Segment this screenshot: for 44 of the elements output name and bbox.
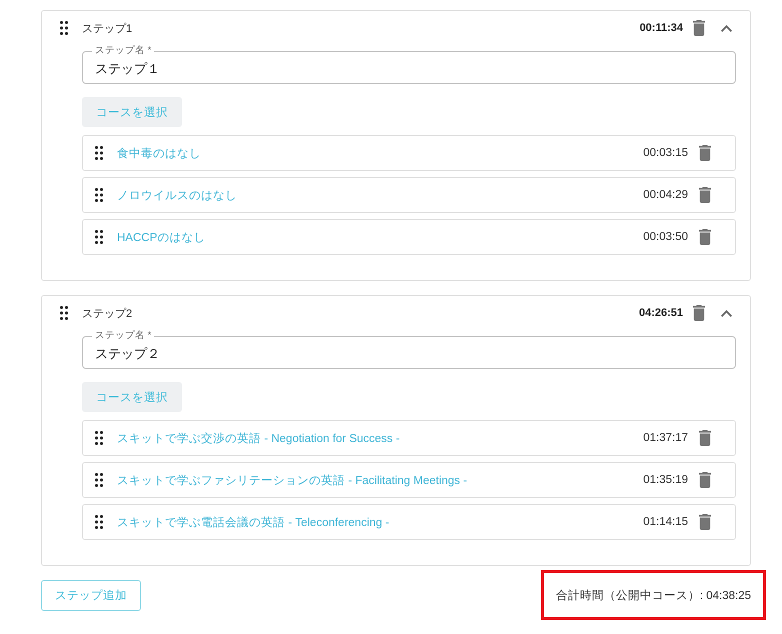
trash-icon[interactable] [699, 472, 711, 488]
drag-handle-icon[interactable] [95, 473, 103, 487]
course-duration: 01:37:17 [643, 432, 688, 444]
chevron-up-icon[interactable] [721, 310, 732, 316]
course-link[interactable]: ノロウイルスのはなし [117, 188, 237, 202]
course-link[interactable]: スキットで学ぶファシリテーションの英語 - Facilitating Meetings - [117, 472, 468, 488]
field-label: ステップ名 * [94, 45, 152, 57]
trash-icon[interactable] [699, 145, 711, 161]
drag-handle-icon[interactable] [95, 431, 103, 445]
drag-handle-icon[interactable] [95, 188, 103, 202]
drag-handle-icon[interactable] [95, 146, 103, 160]
step-name-input[interactable]: ステップ１ [95, 57, 723, 83]
course-link[interactable]: スキットで学ぶ電話会議の英語 - Teleconferencing - [117, 514, 390, 530]
step-name-field[interactable]: ステップ名 * ステップ１ [82, 45, 736, 84]
step-name-field[interactable]: ステップ名 * ステップ２ [82, 330, 736, 369]
select-course-button[interactable]: コースを選択 [82, 97, 182, 127]
drag-handle-icon[interactable] [60, 306, 68, 320]
step-title: ステップ1 [82, 22, 132, 36]
drag-handle-icon[interactable] [60, 21, 68, 35]
course-link[interactable]: スキットで学ぶ交渉の英語 - Negotiation for Success - [117, 430, 400, 446]
trash-icon[interactable] [699, 229, 711, 245]
add-step-button[interactable]: ステップ追加 [41, 580, 141, 610]
trash-icon[interactable] [699, 430, 711, 446]
step-name-input[interactable]: ステップ２ [95, 342, 723, 368]
step-duration: 04:26:51 [638, 307, 683, 319]
select-course-button[interactable]: コースを選択 [82, 382, 182, 412]
total-time: 合計時間（公開中コース）: 04:38:25 [556, 588, 751, 602]
drag-handle-icon[interactable] [95, 230, 103, 244]
trash-icon[interactable] [693, 305, 705, 321]
step-duration: 00:11:34 [640, 22, 683, 34]
step-title: ステップ2 [82, 306, 132, 320]
course-duration: 00:04:29 [643, 189, 688, 201]
course-link[interactable]: 食中毒のはなし [117, 146, 201, 160]
trash-icon[interactable] [699, 514, 711, 530]
drag-handle-icon[interactable] [95, 515, 103, 529]
course-duration: 00:03:50 [643, 231, 688, 243]
course-duration: 01:35:19 [643, 474, 688, 486]
trash-icon[interactable] [699, 187, 711, 203]
trash-icon[interactable] [693, 20, 705, 36]
course-link[interactable]: HACCPのはなし [117, 230, 206, 244]
chevron-up-icon[interactable] [721, 24, 732, 32]
field-label: ステップ名 * [94, 330, 152, 342]
course-duration: 00:03:15 [643, 147, 688, 159]
course-duration: 01:14:15 [643, 516, 688, 528]
